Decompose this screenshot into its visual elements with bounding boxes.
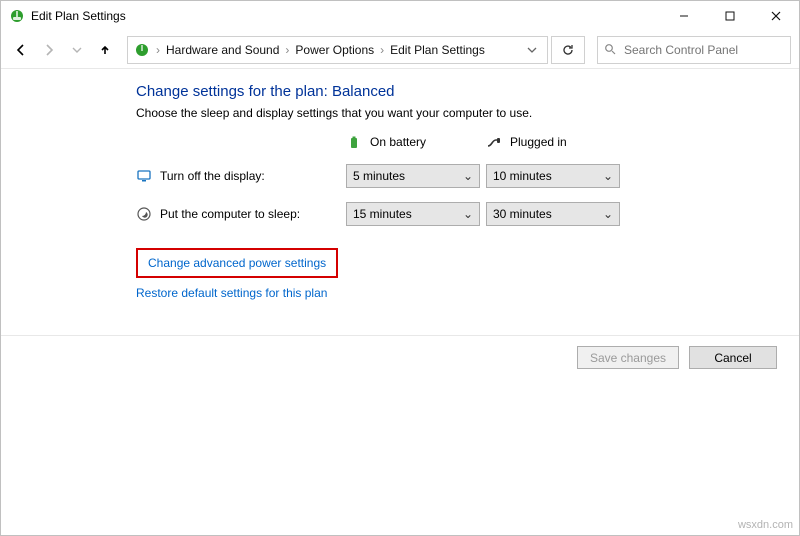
save-changes-button[interactable]: Save changes (577, 346, 679, 369)
sleep-plugged-value: 30 minutes (493, 207, 552, 221)
change-advanced-power-settings-link[interactable]: Change advanced power settings (148, 256, 326, 270)
footer: Save changes Cancel (1, 335, 799, 535)
search-icon (604, 43, 616, 58)
settings-grid: On battery Plugged in Turn off the displ… (136, 134, 775, 226)
sleep-battery-select[interactable]: 15 minutes ⌄ (346, 202, 480, 226)
page-heading: Change settings for the plan: Balanced (136, 83, 775, 100)
titlebar: Edit Plan Settings (1, 1, 799, 32)
links-area: Change advanced power settings Restore d… (136, 248, 775, 300)
nav-row: › Hardware and Sound › Power Options › E… (1, 32, 799, 69)
search-box[interactable] (597, 36, 791, 64)
display-battery-select[interactable]: 5 minutes ⌄ (346, 164, 480, 188)
chevron-down-icon: ⌄ (463, 207, 473, 221)
chevron-right-icon: › (285, 43, 289, 57)
up-button[interactable] (93, 38, 117, 62)
close-button[interactable] (753, 1, 799, 31)
back-button[interactable] (9, 38, 33, 62)
row-label-sleep: Put the computer to sleep: (136, 206, 346, 222)
window: Edit Plan Settings › Hardware and Sound … (0, 0, 800, 536)
column-header-battery: On battery (346, 134, 486, 150)
column-label-plugged: Plugged in (510, 135, 567, 149)
address-bar[interactable]: › Hardware and Sound › Power Options › E… (127, 36, 548, 64)
app-icon (9, 8, 25, 24)
refresh-button[interactable] (551, 36, 585, 64)
battery-icon (346, 134, 362, 150)
sleep-battery-value: 15 minutes (353, 207, 412, 221)
highlight-box: Change advanced power settings (136, 248, 338, 278)
maximize-button[interactable] (707, 1, 753, 31)
row-label-display: Turn off the display: (136, 168, 346, 184)
display-plugged-select[interactable]: 10 minutes ⌄ (486, 164, 620, 188)
watermark: wsxdn.com (738, 519, 793, 531)
minimize-button[interactable] (661, 1, 707, 31)
chevron-down-icon: ⌄ (463, 169, 473, 183)
sleep-plugged-select[interactable]: 30 minutes ⌄ (486, 202, 620, 226)
forward-button[interactable] (37, 38, 61, 62)
cancel-button[interactable]: Cancel (689, 346, 777, 369)
display-battery-value: 5 minutes (353, 169, 405, 183)
breadcrumb-edit-plan-settings[interactable]: Edit Plan Settings (390, 43, 485, 57)
display-plugged-value: 10 minutes (493, 169, 552, 183)
restore-default-settings-link[interactable]: Restore default settings for this plan (136, 286, 327, 300)
content-area: Change settings for the plan: Balanced C… (1, 69, 799, 300)
search-input[interactable] (622, 42, 784, 58)
recent-locations-button[interactable] (65, 38, 89, 62)
row-text-display: Turn off the display: (160, 169, 265, 183)
sleep-icon (136, 206, 152, 222)
column-header-plugged: Plugged in (486, 134, 636, 150)
row-text-sleep: Put the computer to sleep: (160, 207, 300, 221)
address-history-button[interactable] (523, 45, 541, 55)
chevron-down-icon: ⌄ (603, 169, 613, 183)
chevron-right-icon: › (380, 43, 384, 57)
plug-icon (486, 134, 502, 150)
column-label-battery: On battery (370, 135, 426, 149)
chevron-right-icon: › (156, 43, 160, 57)
chevron-down-icon: ⌄ (603, 207, 613, 221)
window-title: Edit Plan Settings (31, 9, 126, 23)
display-icon (136, 168, 152, 184)
breadcrumb-power-options[interactable]: Power Options (295, 43, 374, 57)
breadcrumb-hardware-and-sound[interactable]: Hardware and Sound (166, 43, 279, 57)
power-options-icon (134, 42, 150, 58)
page-description: Choose the sleep and display settings th… (136, 106, 775, 120)
